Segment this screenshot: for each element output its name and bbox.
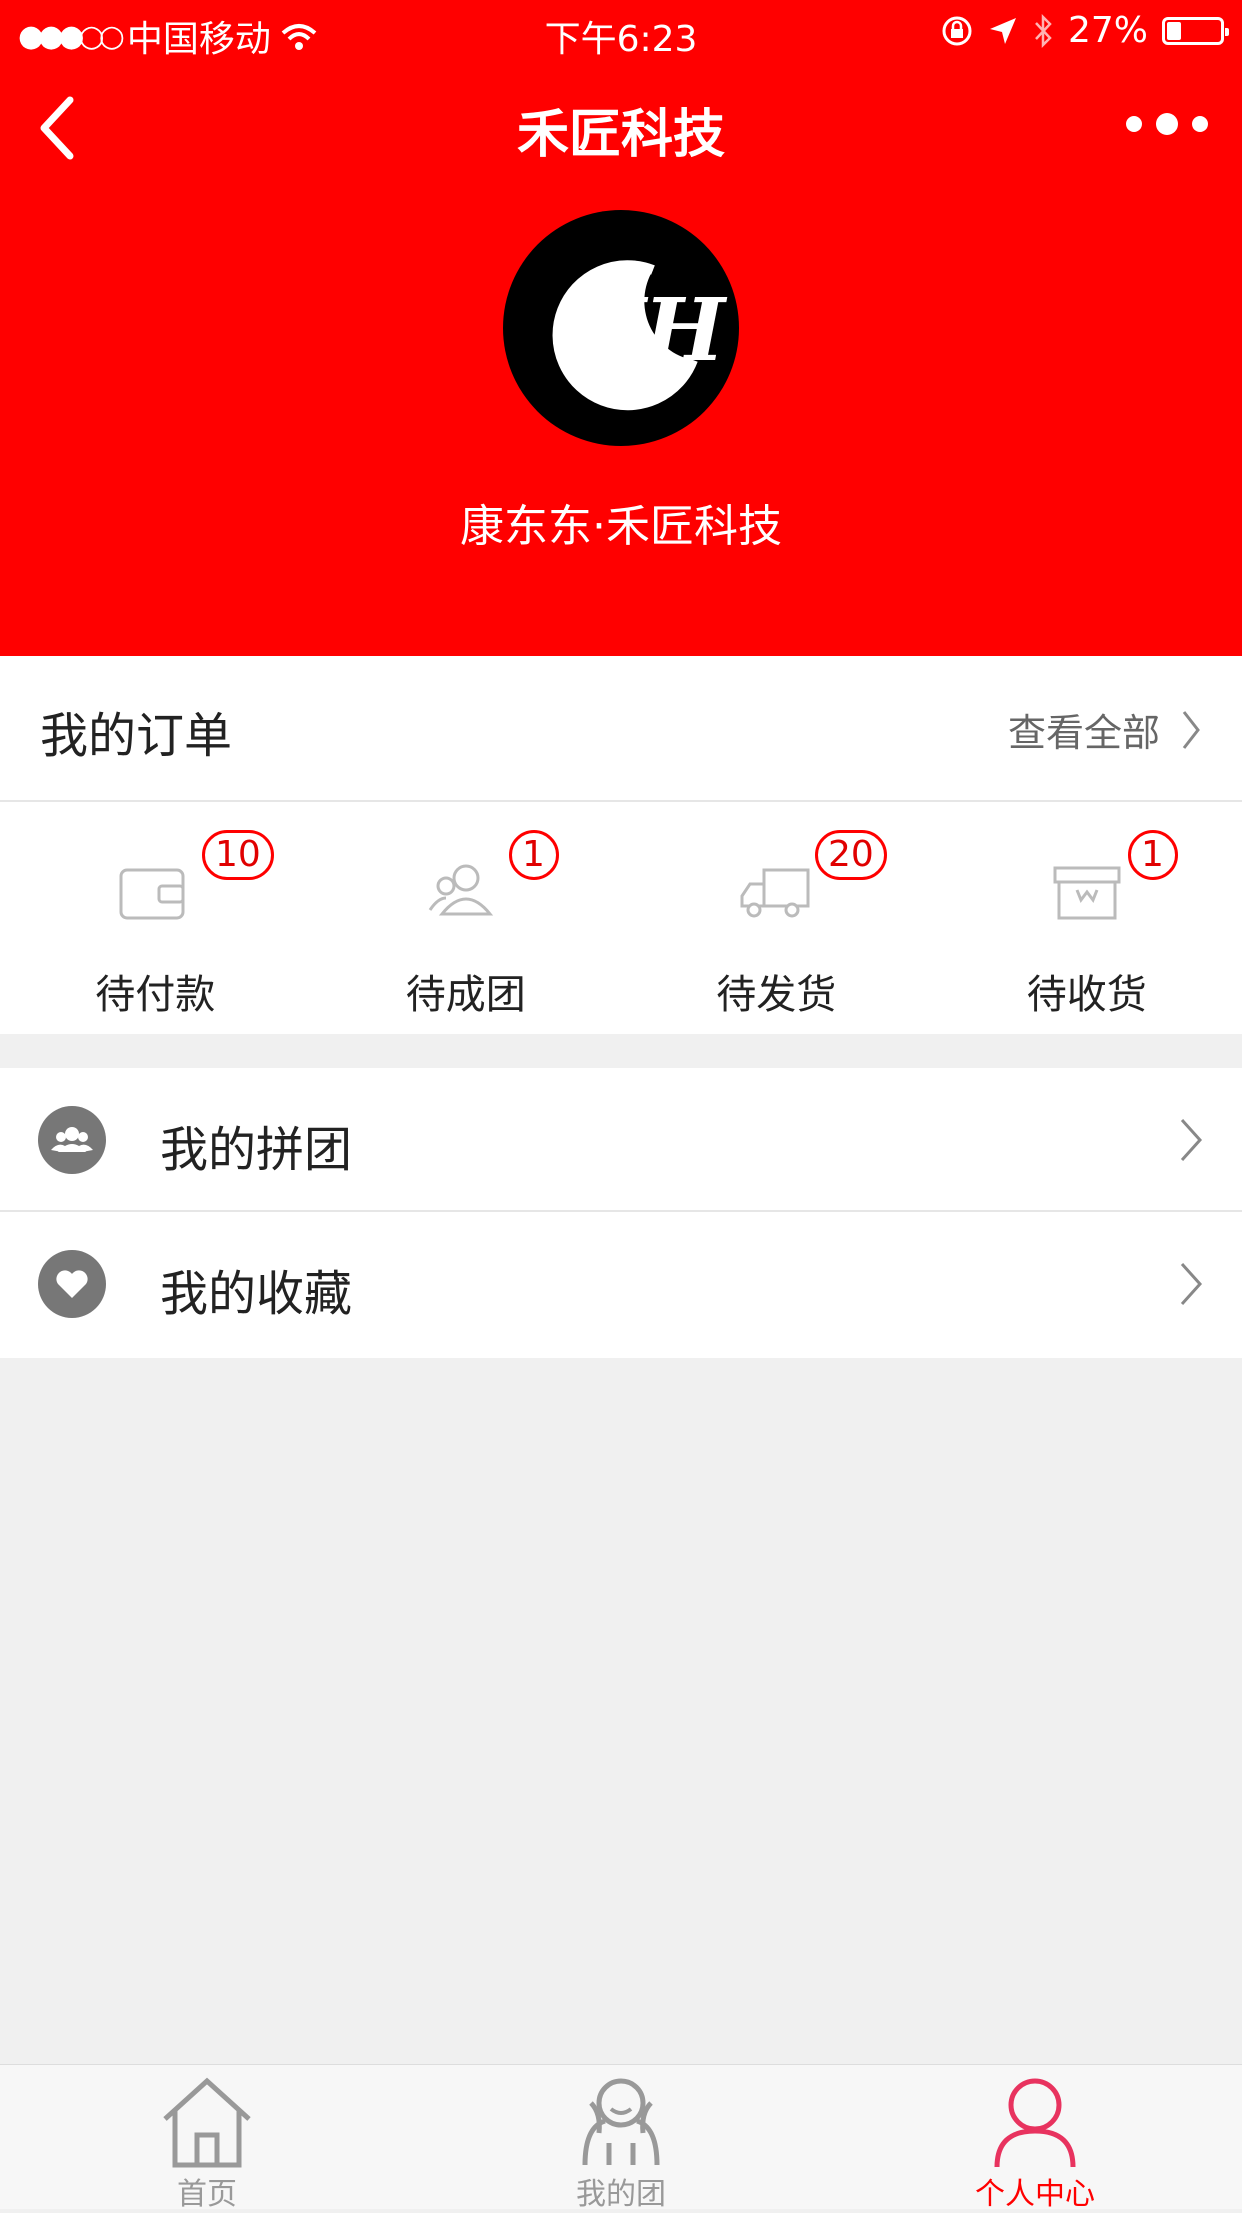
menu-item-my-group-buy[interactable]: 我的拼团 — [0, 1068, 1242, 1212]
tab-home[interactable]: 首页 — [0, 2065, 414, 2209]
rotation-lock-icon — [940, 14, 974, 48]
order-status-grid: 10 待付款 1 待成团 20 待发货 — [0, 802, 1242, 1034]
tab-profile[interactable]: 个人中心 — [828, 2065, 1242, 2209]
brand-logo: JH — [503, 210, 739, 446]
badge-count: 10 — [202, 830, 274, 880]
badge-count: 1 — [1128, 830, 1178, 880]
order-pending-group[interactable]: 1 待成团 — [311, 802, 622, 1034]
order-pending-receipt[interactable]: 1 待收货 — [932, 802, 1242, 1034]
orders-title: 我的订单 — [40, 696, 232, 766]
group-icon — [38, 1106, 106, 1174]
badge-count: 20 — [815, 830, 887, 880]
heart-icon — [38, 1250, 106, 1318]
battery-percent: 27% — [1068, 10, 1148, 51]
view-all-orders-link[interactable]: 查看全部 — [1008, 702, 1202, 757]
username: 康东东·禾匠科技 — [0, 490, 1242, 554]
bottom-tab-bar: 首页 我的团 个人中心 — [0, 2064, 1242, 2209]
person-icon — [985, 2073, 1085, 2169]
truck-icon — [736, 854, 816, 926]
home-icon — [157, 2073, 257, 2169]
orders-card: 我的订单 查看全部 10 待付款 1 待成团 — [0, 656, 1242, 1034]
order-status-label: 待付款 — [0, 962, 311, 1020]
group-icon — [426, 854, 506, 926]
order-status-label: 待发货 — [621, 962, 932, 1020]
view-all-label: 查看全部 — [1008, 702, 1160, 757]
nav-bar: 禾匠科技 — [0, 64, 1242, 188]
battery-icon — [1162, 17, 1224, 45]
profile-header: ●●●○○ 中国移动 下午6:23 27% — [0, 0, 1242, 656]
tab-label: 个人中心 — [828, 2169, 1242, 2213]
order-status-label: 待收货 — [932, 962, 1242, 1020]
box-icon — [1047, 854, 1127, 926]
menu-list: 我的拼团 我的收藏 — [0, 1068, 1242, 1358]
badge-count: 1 — [509, 830, 559, 880]
avatar[interactable]: JH — [503, 210, 739, 446]
menu-item-label: 我的拼团 — [160, 1110, 352, 1180]
location-icon — [988, 16, 1018, 46]
menu-item-label: 我的收藏 — [160, 1254, 352, 1324]
team-icon — [571, 2073, 671, 2169]
order-status-label: 待成团 — [311, 962, 622, 1020]
more-button[interactable] — [1122, 104, 1212, 144]
orders-header[interactable]: 我的订单 查看全部 — [0, 656, 1242, 802]
wallet-icon — [115, 854, 195, 926]
order-pending-shipment[interactable]: 20 待发货 — [621, 802, 932, 1034]
bluetooth-icon — [1032, 14, 1054, 48]
menu-item-my-favorites[interactable]: 我的收藏 — [0, 1212, 1242, 1358]
tab-my-team[interactable]: 我的团 — [414, 2065, 828, 2209]
svg-text:JH: JH — [589, 280, 728, 381]
order-pending-payment[interactable]: 10 待付款 — [0, 802, 311, 1034]
tab-label: 首页 — [0, 2169, 414, 2213]
tab-label: 我的团 — [414, 2169, 828, 2213]
status-bar: ●●●○○ 中国移动 下午6:23 27% — [0, 0, 1242, 64]
chevron-right-icon — [1178, 1116, 1204, 1164]
page-title: 禾匠科技 — [0, 92, 1242, 167]
chevron-right-icon — [1178, 1260, 1204, 1308]
chevron-right-icon — [1180, 708, 1202, 752]
